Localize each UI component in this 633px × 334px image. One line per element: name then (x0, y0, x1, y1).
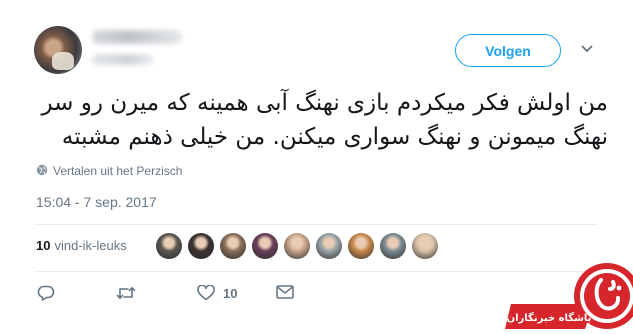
direct-message-button[interactable] (276, 285, 294, 299)
follow-button[interactable]: Volgen (455, 34, 561, 67)
retweet-button[interactable] (116, 285, 136, 301)
liker-avatar[interactable] (252, 233, 278, 259)
likes-label: vind-ik-leuks (54, 238, 127, 253)
translate-label: Vertalen uit het Perzisch (53, 164, 183, 178)
liker-avatar[interactable] (380, 233, 406, 259)
liker-avatars (156, 233, 438, 259)
tweet-text-line: من اولش فکر میکردم بازی نهنگ آبی همینه ک… (41, 90, 608, 116)
liker-avatar[interactable] (220, 233, 246, 259)
reply-icon (37, 285, 55, 301)
chevron-down-icon[interactable] (580, 42, 594, 56)
like-count: 10 (223, 285, 238, 301)
like-button[interactable]: 10 (197, 285, 237, 301)
author-handle-blurred[interactable] (92, 54, 154, 65)
liker-avatar[interactable] (284, 233, 310, 259)
envelope-icon (276, 285, 294, 299)
liker-avatar[interactable] (188, 233, 214, 259)
watermark-text: باشگاه خبرنگاران (507, 311, 592, 324)
tweet-text-line: نهنگ میمونن و نهنگ سواری میکنن. من خیلی … (61, 124, 608, 150)
author-avatar[interactable] (34, 26, 82, 74)
likes-stat[interactable]: 10 vind-ik-leuks (36, 238, 127, 253)
liker-avatar[interactable] (156, 233, 182, 259)
tweet-text: من اولش فکر میکردم بازی نهنگ آبی همینه ک… (34, 86, 608, 154)
liker-avatar[interactable] (348, 233, 374, 259)
likes-count: 10 (36, 238, 51, 253)
author-name-blurred[interactable] (92, 30, 182, 44)
heart-icon (197, 285, 215, 301)
liker-avatar[interactable] (412, 233, 438, 259)
reply-button[interactable] (37, 285, 55, 301)
tweet-timestamp[interactable]: 15:04 - 7 sep. 2017 (36, 194, 157, 210)
globe-icon (36, 164, 48, 179)
tweet-card: Volgen من اولش فکر میکردم بازی نهنگ آبی … (0, 0, 633, 329)
liker-avatar[interactable] (316, 233, 342, 259)
retweet-icon (116, 285, 136, 301)
divider (34, 224, 597, 225)
translate-link[interactable]: Vertalen uit het Perzisch (36, 164, 182, 178)
watermark-logo: باشگاه خبرنگاران (505, 258, 633, 329)
